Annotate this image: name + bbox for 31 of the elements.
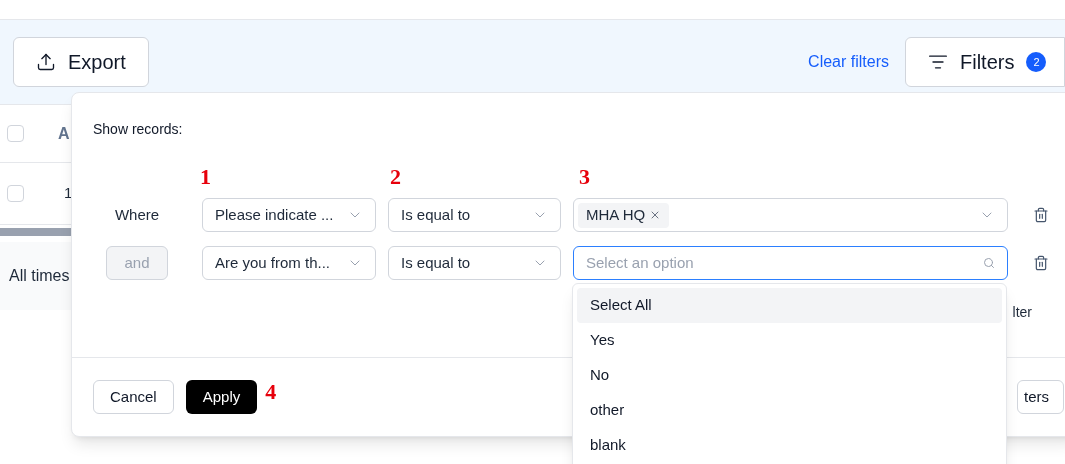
tag: MHA HQ <box>578 202 670 228</box>
select-field[interactable]: Please indicate ... <box>202 198 376 232</box>
delete-icon[interactable] <box>1033 207 1049 223</box>
upload-icon <box>36 52 56 72</box>
column-header: A <box>58 123 70 144</box>
footer-text: All times <box>9 266 70 286</box>
count-badge: 2 <box>1026 52 1047 72</box>
select-field[interactable]: Is equal to <box>388 246 561 280</box>
apply-button[interactable]: Apply <box>185 380 258 414</box>
clear-filters-button[interactable]: ters <box>1017 380 1064 414</box>
export-button[interactable]: Export <box>13 37 149 87</box>
multi-select-field[interactable]: MHA HQ <box>573 198 1008 232</box>
search-icon <box>983 257 995 269</box>
connector-label: Where <box>114 204 160 225</box>
checkbox[interactable] <box>7 125 24 142</box>
select-field[interactable]: Is equal to <box>388 198 561 232</box>
dropdown-option[interactable]: Select All <box>577 288 1002 323</box>
select-field[interactable]: Are you from th... <box>202 246 376 280</box>
clear-filters-link[interactable]: Clear filters <box>808 50 889 74</box>
search-input[interactable]: Select an option <box>586 251 886 275</box>
annotation-number: 3 <box>578 163 590 184</box>
panel-title: Show records: <box>93 120 184 139</box>
annotation-number: 4 <box>265 377 277 406</box>
filters-button[interactable]: Filters 2 <box>905 37 1065 87</box>
annotation-number: 1 <box>200 163 212 184</box>
annotation-number: 2 <box>389 163 402 184</box>
cancel-button[interactable]: Cancel <box>93 380 174 414</box>
add-filter-link[interactable]: lter <box>1012 302 1032 323</box>
delete-icon[interactable] <box>1033 255 1049 271</box>
search-field[interactable]: Select an option <box>573 246 1008 280</box>
checkbox[interactable] <box>7 185 24 202</box>
